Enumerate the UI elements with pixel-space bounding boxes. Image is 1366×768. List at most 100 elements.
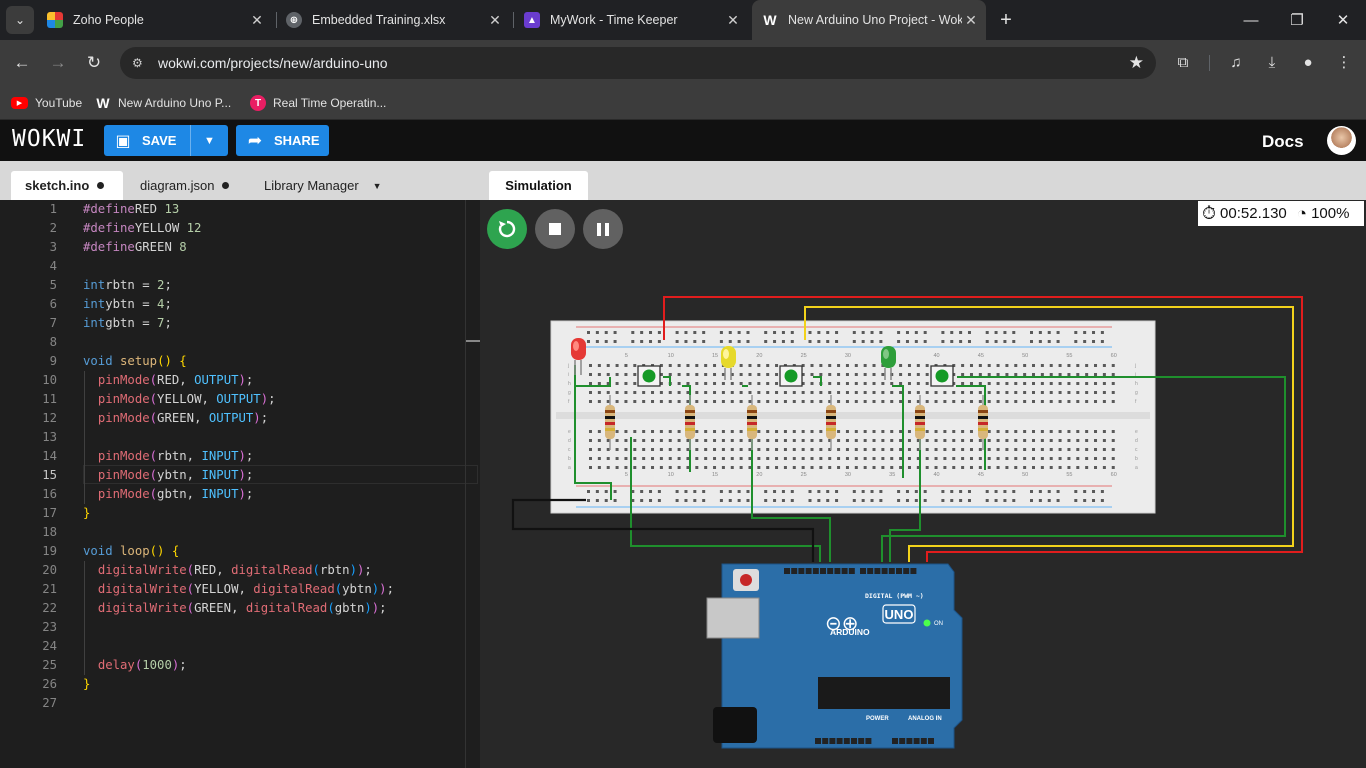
browser-tab-embedded-training[interactable]: ⊕ Embedded Training.xlsx ✕ — [278, 0, 510, 40]
share-button[interactable]: ➦ SHARE — [236, 125, 329, 156]
code-token: pinMode — [97, 392, 150, 406]
code-line[interactable]: pinMode(rbtn, INPUT); — [83, 447, 254, 466]
menu-icon[interactable]: ⋮ — [1333, 52, 1355, 74]
line-number: 20 — [42, 563, 57, 577]
code-line[interactable]: delay(1000); — [83, 656, 187, 675]
code-line[interactable]: #defineGREEN 8 — [83, 238, 187, 257]
close-window-button[interactable]: ✕ — [1320, 0, 1366, 40]
bookmarks-bar: ▶ YouTube W New Arduino Uno P... T Real … — [0, 86, 1366, 120]
code-line[interactable]: void loop() { — [83, 542, 179, 561]
code-line[interactable]: } — [83, 504, 90, 523]
close-icon[interactable]: ✕ — [962, 12, 980, 29]
circuit-diagram[interactable]: 5510101515202025253030353540404545505055… — [480, 200, 1366, 768]
tab-simulation[interactable]: Simulation — [489, 171, 588, 200]
code-token: ybtn = — [105, 297, 158, 311]
code-line[interactable]: } — [83, 675, 90, 694]
browser-tab-wokwi[interactable]: W New Arduino Uno Project - Wokwi ✕ — [752, 0, 986, 40]
code-line[interactable]: pinMode(gbtn, INPUT); — [83, 485, 254, 504]
column-number: 45 — [978, 353, 984, 359]
code-line[interactable]: pinMode(GREEN, OUTPUT); — [83, 409, 268, 428]
column-number: 10 — [668, 472, 674, 478]
site-info-icon[interactable]: ⚙ — [132, 56, 152, 70]
row-letter: b — [1135, 456, 1138, 462]
bookmark-real-time-os[interactable]: T Real Time Operatin... — [250, 93, 386, 113]
arduino-uno-board[interactable]: ⊝⊕ UNO ARDUINO DIGITAL (PWM ~) ON POWER … — [706, 563, 963, 749]
code-token: ; — [164, 297, 172, 311]
code-token: ( — [149, 449, 158, 463]
row-letter: g — [568, 390, 571, 396]
simulation-tab-bar: Simulation — [480, 161, 1366, 200]
docs-link[interactable]: Docs — [1262, 132, 1304, 152]
row-letter: h — [1135, 381, 1138, 387]
close-icon[interactable]: ✕ — [486, 12, 504, 29]
code-token: ( — [149, 392, 158, 406]
code-token: ) — [349, 563, 357, 577]
code-token: digitalRead — [253, 582, 335, 596]
yellow-pushbutton[interactable] — [779, 365, 803, 387]
editor-divider[interactable] — [465, 200, 466, 768]
code-line[interactable]: intgbtn = 7; — [83, 314, 172, 333]
profile-icon[interactable]: ● — [1297, 52, 1319, 74]
row-letter: e — [568, 429, 571, 435]
simulation-canvas[interactable]: ⏱ 00:52.130 ◔ 100% 5 5 10 10 15 15 20 20 25 25 30 3… — [480, 200, 1366, 768]
code-token: ybtn — [342, 582, 372, 596]
reload-button[interactable]: ↻ — [81, 50, 107, 76]
bookmark-youtube[interactable]: ▶ YouTube — [11, 93, 82, 113]
code-editor[interactable]: 1 2 3 4 5 6 7 8 9 10 11 12 13 14 15 16 17 18 19 20 21 22 23 24 2… — [0, 200, 480, 768]
code-line[interactable]: pinMode(RED, OUTPUT); — [83, 371, 254, 390]
code-token: digitalWrite — [97, 563, 187, 577]
code-line[interactable]: digitalWrite(GREEN, digitalRead(gbtn)); — [83, 599, 387, 618]
download-icon[interactable]: ⤓ — [1261, 52, 1283, 74]
media-control-icon[interactable]: ♫ — [1225, 52, 1247, 74]
code-line[interactable]: #defineYELLOW 12 — [83, 219, 201, 238]
forward-button[interactable]: → — [45, 50, 71, 76]
code-line[interactable]: #defineRED 13 — [83, 200, 179, 219]
row-letter: d — [568, 438, 571, 444]
tab-sketch-ino[interactable]: sketch.ino — [11, 171, 123, 200]
code-token: rbtn — [319, 563, 350, 577]
code-token: INPUT — [201, 487, 239, 501]
code-line[interactable]: intybtn = 4; — [83, 295, 172, 314]
line-number: 17 — [42, 506, 57, 520]
minimize-button[interactable]: — — [1228, 0, 1274, 40]
caret-down-icon[interactable]: ▼ — [373, 181, 382, 191]
red-pushbutton[interactable] — [637, 365, 661, 387]
code-line[interactable]: void setup() { — [83, 352, 187, 371]
code-line[interactable]: digitalWrite(RED, digitalRead(rbtn)); — [83, 561, 372, 580]
code-token: ; — [386, 582, 394, 596]
code-line[interactable]: digitalWrite(YELLOW, digitalRead(ybtn)); — [83, 580, 394, 599]
code-token: ( — [312, 563, 320, 577]
breadboard[interactable]: 5510101515202025253030353540404545505055… — [550, 320, 1156, 514]
back-button[interactable]: ← — [9, 50, 35, 76]
code-token: ( — [149, 373, 158, 387]
code-line[interactable]: intrbtn = 2; — [83, 276, 172, 295]
extensions-icon[interactable]: ⧉ — [1172, 52, 1194, 74]
code-token: YELLOW — [134, 221, 187, 235]
tab-search-button[interactable]: ⌄ — [6, 6, 34, 34]
code-line[interactable]: pinMode(ybtn, INPUT); — [83, 466, 254, 485]
bookmark-star-icon[interactable]: ★ — [1129, 53, 1144, 73]
green-pushbutton[interactable] — [930, 365, 954, 387]
close-icon[interactable]: ✕ — [248, 12, 266, 29]
tab-diagram-json[interactable]: diagram.json — [140, 171, 250, 200]
address-bar[interactable]: ⚙ wokwi.com/projects/new/arduino-uno ★ — [120, 47, 1156, 79]
avatar[interactable] — [1327, 126, 1356, 155]
column-number: 50 — [1022, 472, 1028, 478]
code-token: ; — [245, 487, 254, 501]
bookmark-new-arduino[interactable]: W New Arduino Uno P... — [95, 93, 231, 113]
browser-tab-mywork[interactable]: ▲ MyWork - Time Keeper ✕ — [516, 0, 748, 40]
restore-button[interactable]: ❐ — [1274, 0, 1320, 40]
code-line[interactable]: pinMode(YELLOW, OUTPUT); — [83, 390, 276, 409]
close-icon[interactable]: ✕ — [724, 12, 742, 29]
save-dropdown-icon[interactable]: ▼ — [190, 125, 228, 156]
code-token: int — [83, 297, 106, 311]
column-number: 20 — [756, 472, 762, 478]
tab-library-manager[interactable]: Library Manager ▼ — [264, 171, 394, 200]
new-tab-button[interactable]: + — [994, 8, 1018, 32]
browser-tab-zoho[interactable]: Zoho People ✕ — [40, 0, 272, 40]
tab-label: diagram.json — [140, 178, 215, 193]
wokwi-logo[interactable]: WOKWI — [12, 126, 86, 152]
save-button[interactable]: ▣ SAVE ▼ — [104, 125, 228, 156]
